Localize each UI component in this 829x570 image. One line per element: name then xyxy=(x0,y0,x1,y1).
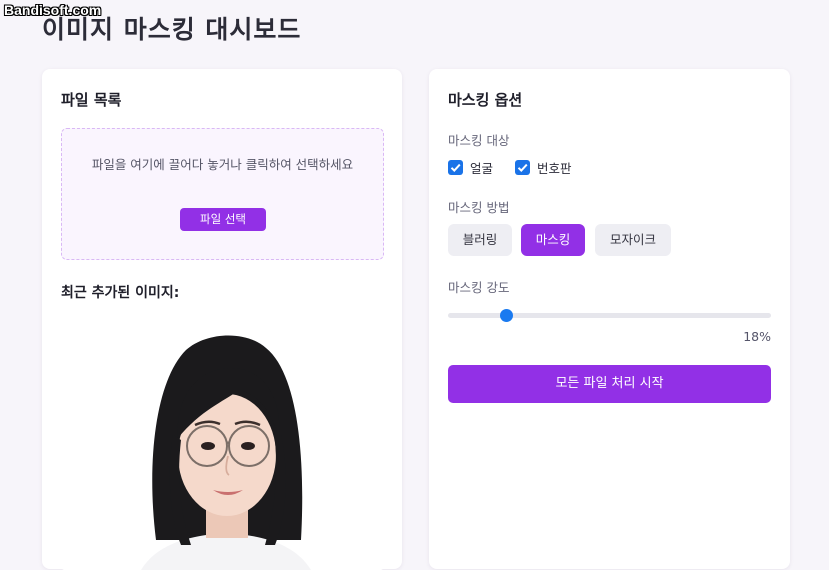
recent-image-thumbnail[interactable] xyxy=(61,310,384,570)
checkbox-checked-icon xyxy=(448,160,463,175)
watermark: Bandisoft.com xyxy=(4,2,102,18)
masking-options-card: 마스킹 옵션 마스킹 대상 얼굴 번호판 마스킹 방법 블러링 마스킹 모자이크… xyxy=(429,69,790,569)
file-list-title: 파일 목록 xyxy=(61,91,122,109)
file-select-button[interactable]: 파일 선택 xyxy=(180,208,266,231)
recent-images-title: 최근 추가된 이미지: xyxy=(61,285,180,301)
method-mask-button[interactable]: 마스킹 xyxy=(521,224,585,256)
method-mosaic-button[interactable]: 모자이크 xyxy=(595,224,671,256)
intensity-slider-handle[interactable] xyxy=(500,309,514,322)
start-processing-button[interactable]: 모든 파일 처리 시작 xyxy=(448,365,771,403)
intensity-value: 18% xyxy=(743,329,771,344)
masking-method-label: 마스킹 방법 xyxy=(448,200,510,215)
checkbox-license-plate-label: 번호판 xyxy=(537,161,572,176)
file-list-card: 파일 목록 파일을 여기에 끌어다 놓거나 클릭하여 선택하세요 파일 선택 최… xyxy=(42,69,402,570)
checkbox-checked-icon xyxy=(515,160,530,175)
masking-target-label: 마스킹 대상 xyxy=(448,133,510,148)
file-dropzone[interactable]: 파일을 여기에 끌어다 놓거나 클릭하여 선택하세요 파일 선택 xyxy=(61,128,384,260)
checkbox-face[interactable]: 얼굴 xyxy=(448,158,493,177)
masking-intensity-label: 마스킹 강도 xyxy=(448,280,510,295)
method-blur-button[interactable]: 블러링 xyxy=(448,224,512,256)
dropzone-text: 파일을 여기에 끌어다 놓거나 클릭하여 선택하세요 xyxy=(91,157,354,172)
checkbox-license-plate[interactable]: 번호판 xyxy=(515,158,572,177)
portrait-photo xyxy=(61,310,384,570)
intensity-slider[interactable] xyxy=(448,309,771,322)
checkbox-face-label: 얼굴 xyxy=(470,161,494,176)
masking-options-title: 마스킹 옵션 xyxy=(448,91,523,109)
